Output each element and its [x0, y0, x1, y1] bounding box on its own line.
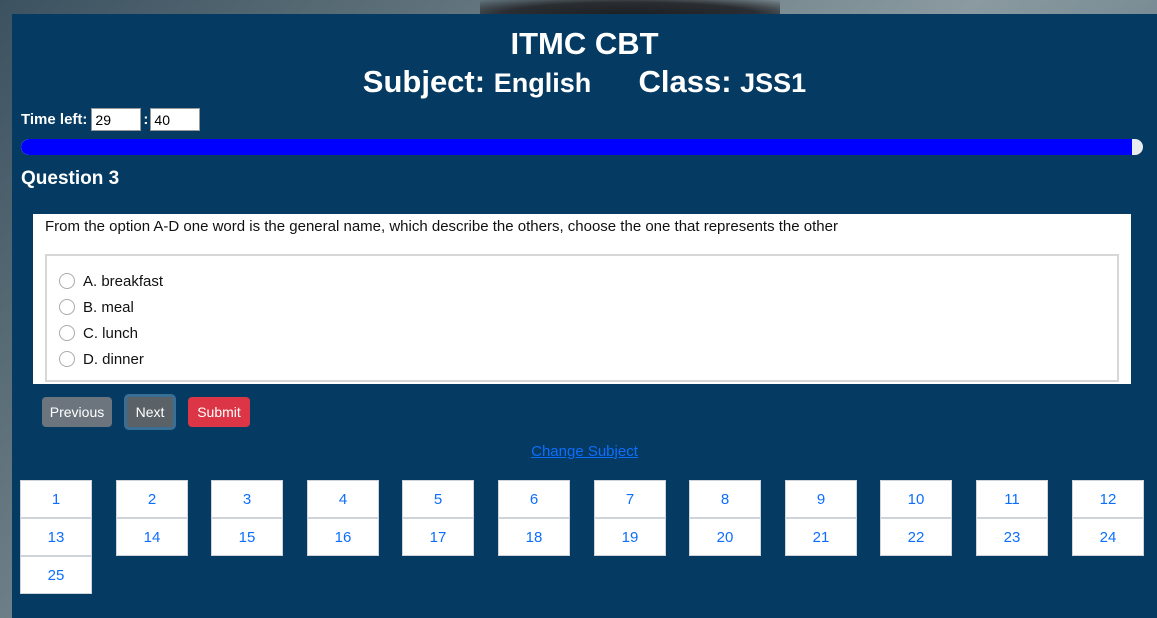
time-progress-bar [21, 139, 1143, 155]
option-label: B. meal [83, 298, 134, 316]
radio-button[interactable] [59, 299, 75, 315]
question-number-button[interactable]: 15 [211, 518, 283, 556]
question-number-button[interactable]: 11 [976, 480, 1048, 518]
exam-panel: ITMC CBT Subject: English Class: JSS1 Ti… [12, 14, 1157, 618]
options-box: A. breakfast B. meal C. lunch D. dinner [45, 254, 1119, 382]
submit-button[interactable]: Submit [188, 397, 250, 427]
question-number-button[interactable]: 22 [880, 518, 952, 556]
radio-button[interactable] [59, 351, 75, 367]
question-number-button[interactable]: 24 [1072, 518, 1144, 556]
question-text: From the option A-D one word is the gene… [45, 218, 838, 235]
option-a[interactable]: A. breakfast [59, 268, 1117, 294]
timer-separator: : [143, 111, 149, 128]
question-number-button[interactable]: 16 [307, 518, 379, 556]
question-number-button[interactable]: 21 [785, 518, 857, 556]
navigation-buttons: Previous Next Submit [42, 394, 262, 430]
option-c[interactable]: C. lunch [59, 320, 1117, 346]
radio-button[interactable] [59, 273, 75, 289]
next-button[interactable]: Next [124, 394, 176, 430]
radio-button[interactable] [59, 325, 75, 341]
question-number-button[interactable]: 18 [498, 518, 570, 556]
option-label: C. lunch [83, 324, 139, 342]
question-number-button[interactable]: 20 [689, 518, 761, 556]
question-number-button[interactable]: 1 [20, 480, 92, 518]
question-number-button[interactable]: 2 [116, 480, 188, 518]
option-b[interactable]: B. meal [59, 294, 1117, 320]
question-number-button[interactable]: 13 [20, 518, 92, 556]
option-label: A. breakfast [83, 272, 164, 290]
question-number-button[interactable]: 17 [402, 518, 474, 556]
previous-button[interactable]: Previous [42, 397, 112, 427]
question-card: From the option A-D one word is the gene… [33, 214, 1131, 384]
option-label: D. dinner [83, 350, 144, 368]
timer: Time left: : [21, 108, 201, 131]
timer-minutes-field[interactable] [91, 108, 142, 131]
class-label: Class: [638, 64, 732, 99]
question-number-button[interactable]: 9 [785, 480, 857, 518]
app-title: ITMC CBT [510, 26, 659, 61]
question-number-button[interactable]: 7 [594, 480, 666, 518]
option-d[interactable]: D. dinner [59, 346, 1117, 372]
progress-fill [21, 139, 1132, 155]
header: ITMC CBT Subject: English Class: JSS1 [12, 14, 1157, 103]
question-number-button[interactable]: 19 [594, 518, 666, 556]
question-number-button[interactable]: 4 [307, 480, 379, 518]
question-number-button[interactable]: 14 [116, 518, 188, 556]
question-number-button[interactable]: 8 [689, 480, 761, 518]
question-number-button[interactable]: 12 [1072, 480, 1144, 518]
change-subject-link-text[interactable]: Change Subject [531, 443, 638, 460]
question-number-button[interactable]: 6 [498, 480, 570, 518]
question-number-button[interactable]: 10 [880, 480, 952, 518]
class-value: JSS1 [740, 68, 807, 98]
subject-value: English [493, 68, 592, 98]
question-number-button[interactable]: 23 [976, 518, 1048, 556]
change-subject-link: Change Subject [12, 443, 1157, 460]
question-heading: Question 3 [21, 168, 120, 189]
question-number-button[interactable]: 3 [211, 480, 283, 518]
timer-seconds-field[interactable] [150, 108, 201, 131]
question-number-button[interactable]: 5 [402, 480, 474, 518]
question-number-button[interactable]: 25 [20, 556, 92, 594]
subject-class-line: Subject: English Class: JSS1 [12, 62, 1157, 103]
subject-label: Subject: [362, 64, 486, 99]
timer-label: Time left: [21, 111, 88, 128]
